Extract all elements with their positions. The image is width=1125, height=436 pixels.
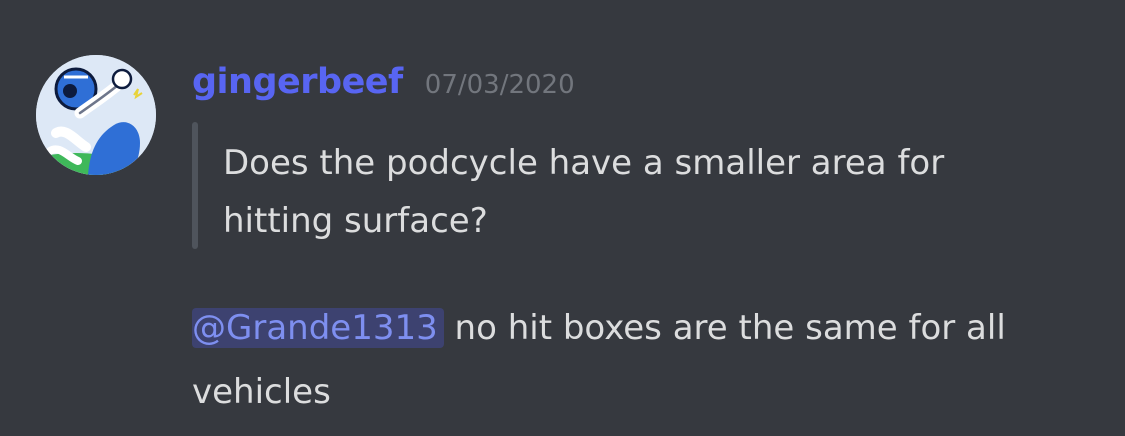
character-avatar-icon — [36, 55, 156, 175]
user-avatar[interactable] — [36, 55, 156, 175]
quote-bar — [192, 122, 198, 249]
message-content: @Grande1313 no hit boxes are the same fo… — [192, 296, 1092, 424]
blockquote: Does the podcycle have a smaller area fo… — [192, 122, 1052, 249]
username[interactable]: gingerbeef — [192, 62, 403, 102]
message-header: gingerbeef 07/03/2020 — [192, 62, 575, 114]
chat-message: gingerbeef 07/03/2020 Does the podcycle h… — [0, 0, 1125, 436]
quote-text: Does the podcycle have a smaller area fo… — [223, 143, 945, 241]
user-mention[interactable]: @Grande1313 — [192, 308, 444, 348]
timestamp: 07/03/2020 — [424, 70, 575, 100]
